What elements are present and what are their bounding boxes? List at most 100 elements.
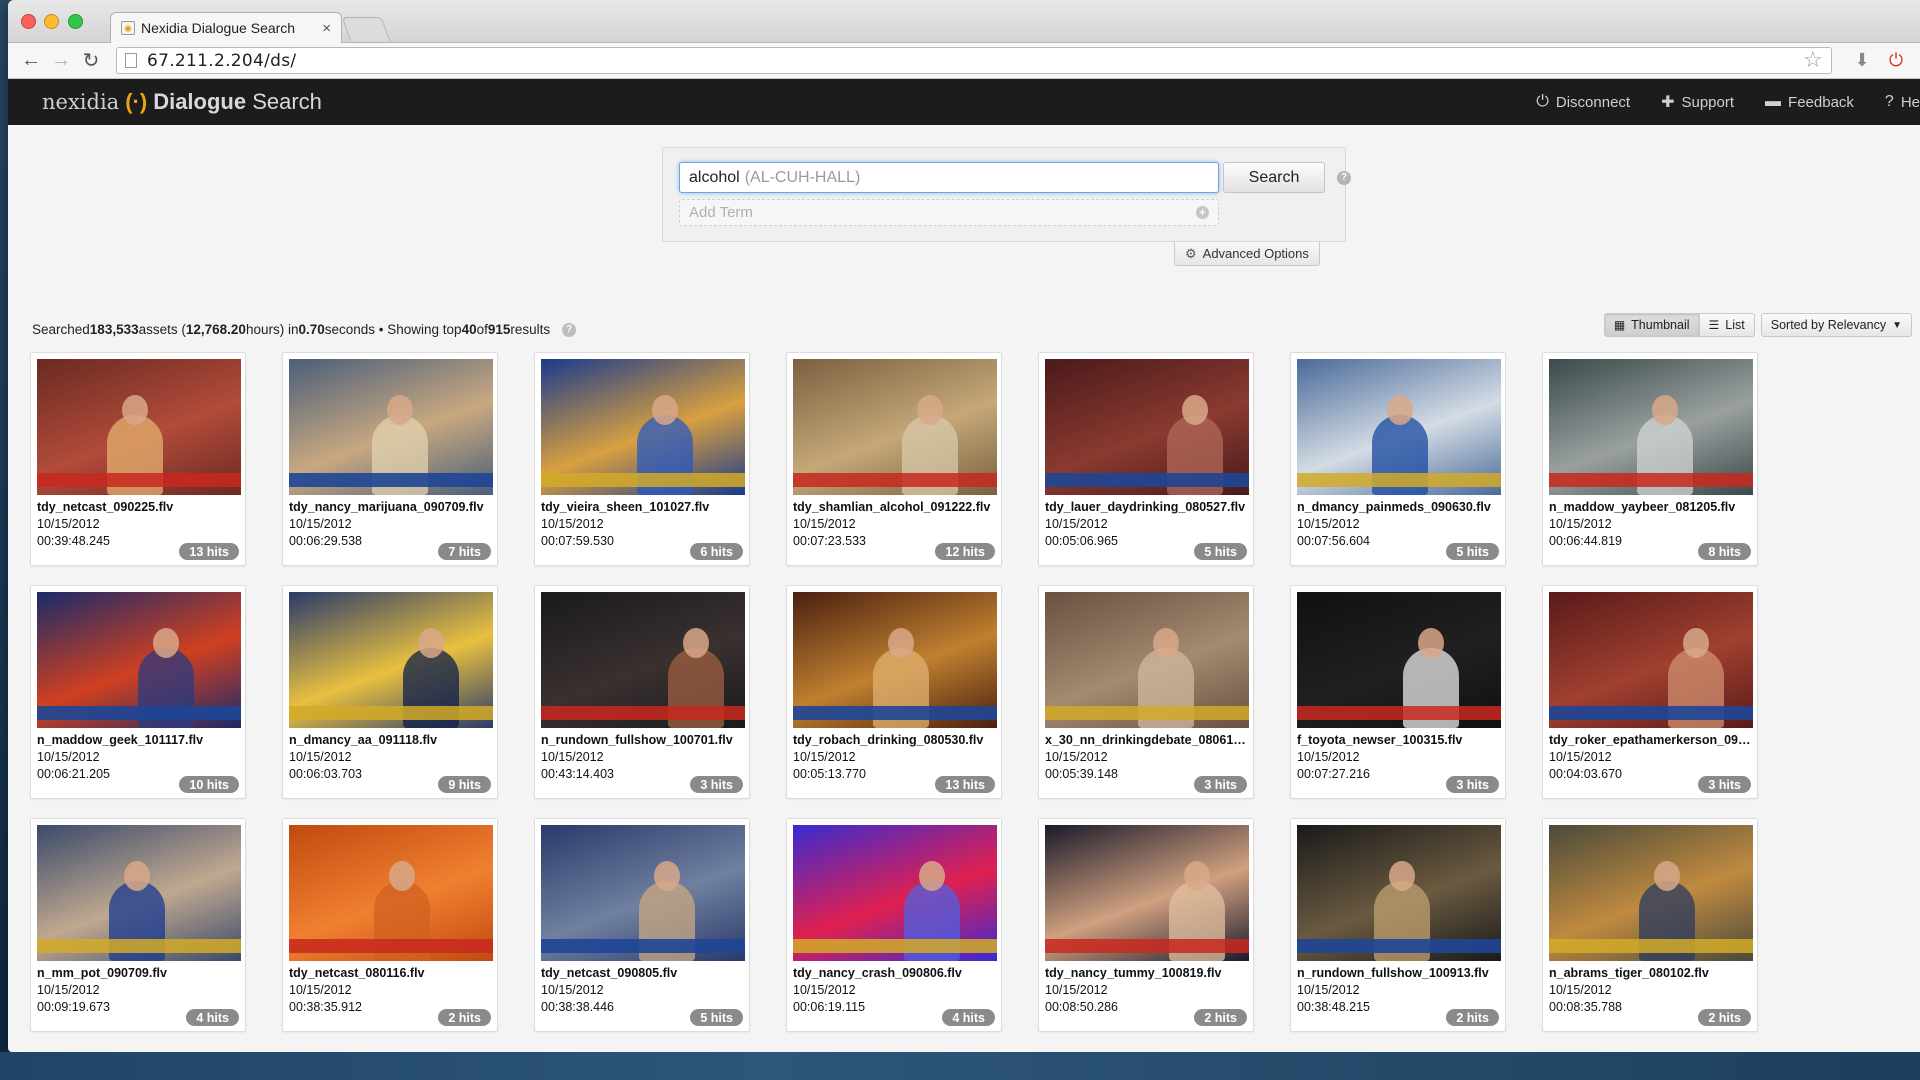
thumbnail-view-button[interactable]: ▦ Thumbnail [1603,313,1700,337]
forward-arrow-icon[interactable]: → [48,48,74,74]
result-card[interactable]: tdy_shamlian_alcohol_091222.flv 10/15/201… [786,352,1002,566]
video-thumbnail[interactable] [289,592,493,728]
result-card[interactable]: n_maddow_yaybeer_081205.flv 10/15/2012 00:… [1542,352,1758,566]
search-button[interactable]: Search [1223,162,1325,193]
browser-tab[interactable]: ◉ Nexidia Dialogue Search × [110,12,342,43]
result-card[interactable]: n_dmancy_painmeds_090630.flv 10/15/2012 00… [1290,352,1506,566]
result-filename[interactable]: tdy_robach_drinking_080530.flv [793,732,997,749]
result-filename[interactable]: n_dmancy_aa_091118.flv [289,732,493,749]
hits-badge[interactable]: 6 hits [690,543,743,560]
result-filename[interactable]: tdy_nancy_crash_090806.flv [793,965,997,982]
result-filename[interactable]: tdy_nancy_tummy_100819.flv [1045,965,1249,982]
hits-badge[interactable]: 2 hits [1698,1009,1751,1026]
add-term-input[interactable]: Add Term + [679,199,1219,226]
video-thumbnail[interactable] [37,825,241,961]
result-filename[interactable]: n_mm_pot_090709.flv [37,965,241,982]
hits-badge[interactable]: 9 hits [438,776,491,793]
hits-badge[interactable]: 12 hits [935,543,995,560]
hits-badge[interactable]: 2 hits [1446,1009,1499,1026]
result-card[interactable]: n_mm_pot_090709.flv 10/15/2012 00:09:19.67… [30,818,246,1032]
result-filename[interactable]: tdy_netcast_080116.flv [289,965,493,982]
hits-badge[interactable]: 3 hits [690,776,743,793]
feedback-link[interactable]: ▬ Feedback [1765,93,1854,111]
video-thumbnail[interactable] [289,359,493,495]
video-thumbnail[interactable] [1297,825,1501,961]
hits-badge[interactable]: 2 hits [1194,1009,1247,1026]
disconnect-link[interactable]: ⏻ Disconnect [1536,93,1630,111]
result-card[interactable]: tdy_nancy_marijuana_090709.flv 10/15/2012… [282,352,498,566]
result-card[interactable]: tdy_robach_drinking_080530.flv 10/15/2012… [786,585,1002,799]
hits-badge[interactable]: 2 hits [438,1009,491,1026]
result-card[interactable]: tdy_nancy_crash_090806.flv 10/15/2012 00:0… [786,818,1002,1032]
window-minimize-button[interactable] [44,14,59,29]
tab-close-icon[interactable]: × [322,20,331,37]
video-thumbnail[interactable] [541,825,745,961]
video-thumbnail[interactable] [1045,825,1249,961]
result-filename[interactable]: n_maddow_geek_101117.flv [37,732,241,749]
result-filename[interactable]: x_30_nn_drinkingdebate_080612.flv [1045,732,1249,749]
result-filename[interactable]: n_maddow_yaybeer_081205.flv [1549,499,1753,516]
video-thumbnail[interactable] [37,359,241,495]
extension-download-icon[interactable]: ⬇ [1848,48,1876,74]
hits-badge[interactable]: 4 hits [942,1009,995,1026]
video-thumbnail[interactable] [793,825,997,961]
support-link[interactable]: ✚ Support [1661,92,1734,112]
new-tab-button[interactable] [341,17,391,41]
result-card[interactable]: tdy_netcast_090805.flv 10/15/2012 00:38:38… [534,818,750,1032]
result-filename[interactable]: n_dmancy_painmeds_090630.flv [1297,499,1501,516]
advanced-options-button[interactable]: ⚙ Advanced Options [1174,242,1320,266]
reload-icon[interactable]: ↻ [78,48,104,74]
result-card[interactable]: tdy_nancy_tummy_100819.flv 10/15/2012 00:0… [1038,818,1254,1032]
hits-badge[interactable]: 4 hits [186,1009,239,1026]
sort-dropdown[interactable]: Sorted by Relevancy ▼ [1760,313,1912,337]
window-close-button[interactable] [21,14,36,29]
video-thumbnail[interactable] [1045,359,1249,495]
search-help-icon[interactable]: ? [1337,170,1351,185]
hits-badge[interactable]: 3 hits [1194,776,1247,793]
video-thumbnail[interactable] [37,592,241,728]
video-thumbnail[interactable] [1549,359,1753,495]
video-thumbnail[interactable] [1549,592,1753,728]
result-card[interactable]: tdy_lauer_daydrinking_080527.flv 10/15/20… [1038,352,1254,566]
result-card[interactable]: n_rundown_fullshow_100701.flv 10/15/2012 0… [534,585,750,799]
result-filename[interactable]: n_rundown_fullshow_100913.flv [1297,965,1501,982]
video-thumbnail[interactable] [289,825,493,961]
hits-badge[interactable]: 5 hits [1446,543,1499,560]
video-thumbnail[interactable] [541,359,745,495]
result-card[interactable]: n_rundown_fullshow_100913.flv 10/15/2012 0… [1290,818,1506,1032]
result-filename[interactable]: n_abrams_tiger_080102.flv [1549,965,1753,982]
hits-badge[interactable]: 13 hits [179,543,239,560]
video-thumbnail[interactable] [1549,825,1753,961]
help-link[interactable]: ? He [1885,93,1920,111]
result-filename[interactable]: tdy_roker_epathamerkerson_090112.flv [1549,732,1753,749]
result-filename[interactable]: tdy_shamlian_alcohol_091222.flv [793,499,997,516]
result-card[interactable]: tdy_roker_epathamerkerson_090112.flv10/1… [1542,585,1758,799]
video-thumbnail[interactable] [1297,592,1501,728]
result-card[interactable]: tdy_netcast_080116.flv 10/15/2012 00:38:35… [282,818,498,1032]
result-card[interactable]: n_maddow_geek_101117.flv 10/15/2012 00:06:… [30,585,246,799]
hits-badge[interactable]: 3 hits [1446,776,1499,793]
bookmark-star-icon[interactable]: ☆ [1803,48,1823,73]
video-thumbnail[interactable] [1297,359,1501,495]
search-term-input[interactable]: alcohol (AL-CUH-HALL) [679,162,1219,193]
extension-power-icon[interactable]: ⏻ [1882,48,1910,74]
result-card[interactable]: x_30_nn_drinkingdebate_080612.flv 10/15/2… [1038,585,1254,799]
hits-badge[interactable]: 13 hits [935,776,995,793]
result-filename[interactable]: tdy_lauer_daydrinking_080527.flv [1045,499,1249,516]
hits-badge[interactable]: 5 hits [1194,543,1247,560]
hits-badge[interactable]: 10 hits [179,776,239,793]
result-filename[interactable]: tdy_nancy_marijuana_090709.flv [289,499,493,516]
video-thumbnail[interactable] [541,592,745,728]
hits-badge[interactable]: 7 hits [438,543,491,560]
result-filename[interactable]: tdy_vieira_sheen_101027.flv [541,499,745,516]
summary-help-icon[interactable]: ? [562,322,577,337]
result-filename[interactable]: n_rundown_fullshow_100701.flv [541,732,745,749]
result-filename[interactable]: tdy_netcast_090805.flv [541,965,745,982]
result-card[interactable]: tdy_vieira_sheen_101027.flv 10/15/2012 00:… [534,352,750,566]
result-filename[interactable]: tdy_netcast_090225.flv [37,499,241,516]
result-card[interactable]: f_toyota_newser_100315.flv 10/15/2012 00:0… [1290,585,1506,799]
back-arrow-icon[interactable]: ← [18,48,44,74]
video-thumbnail[interactable] [1045,592,1249,728]
app-logo[interactable]: nexidia (·) Dialogue Search [42,89,322,115]
window-maximize-button[interactable] [68,14,83,29]
